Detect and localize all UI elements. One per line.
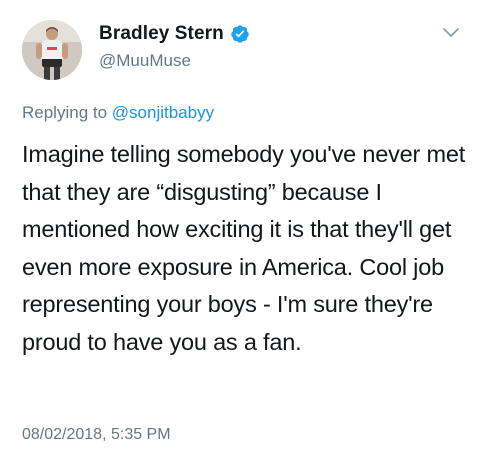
avatar-image bbox=[22, 20, 82, 80]
author-name-row: Bradley Stern bbox=[99, 23, 250, 45]
tweet-card: Bradley Stern @MuuMuse Replying to @sonj… bbox=[0, 0, 480, 460]
replying-to: Replying to @sonjitbabyy bbox=[22, 103, 214, 123]
replying-to-label: Replying to bbox=[22, 103, 112, 122]
avatar[interactable] bbox=[22, 20, 82, 80]
reply-mention-link[interactable]: @sonjitbabyy bbox=[112, 103, 214, 122]
tweet-text: Imagine telling somebody you've never me… bbox=[22, 141, 472, 355]
tweet-timestamp[interactable]: 08/02/2018, 5:35 PM bbox=[22, 426, 171, 444]
author-handle[interactable]: @MuuMuse bbox=[99, 51, 191, 71]
author-display-name[interactable]: Bradley Stern bbox=[99, 23, 224, 45]
verified-badge-icon bbox=[230, 24, 250, 44]
chevron-down-icon[interactable] bbox=[442, 26, 460, 38]
